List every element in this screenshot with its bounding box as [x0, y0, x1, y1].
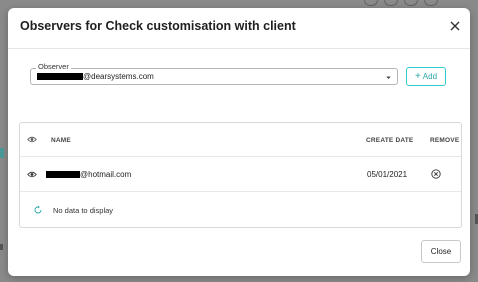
remove-circle-x-icon[interactable]	[431, 169, 441, 179]
redacted-text	[37, 73, 83, 80]
observer-select[interactable]: Observer @dearsystems.com	[30, 62, 398, 85]
table-header-row: NAME CREATE DATE REMOVE	[20, 123, 461, 157]
redacted-text	[46, 171, 80, 178]
plus-icon: +	[414, 70, 421, 82]
table-row: @hotmail.com 05/01/2021	[20, 157, 461, 192]
column-header-create-date[interactable]: CREATE DATE	[366, 137, 413, 144]
eye-icon[interactable]	[27, 170, 37, 179]
column-header-remove: REMOVE	[430, 137, 460, 144]
close-icon[interactable]	[448, 19, 462, 33]
refresh-icon	[34, 205, 42, 214]
observers-table: NAME CREATE DATE REMOVE @hotmail.com 05/…	[19, 122, 462, 228]
add-button-label: Add	[422, 72, 438, 81]
eye-icon	[27, 136, 37, 143]
header-divider	[8, 48, 470, 49]
background-toolbar-icons	[364, 0, 438, 6]
empty-state-row: No data to display	[20, 192, 461, 228]
add-button[interactable]: + Add	[406, 67, 446, 86]
observer-email-domain: @hotmail.com	[80, 170, 132, 179]
empty-state-text: No data to display	[53, 206, 114, 215]
modal-title: Observers for Check customisation with c…	[20, 19, 296, 33]
column-header-name[interactable]: NAME	[51, 137, 71, 144]
close-button[interactable]: Close	[421, 240, 461, 263]
observers-modal: Observers for Check customisation with c…	[8, 8, 470, 276]
background-sidebar-marker	[0, 148, 4, 158]
chevron-down-icon	[386, 76, 391, 79]
background-marker	[0, 244, 3, 250]
observer-label: Observer	[36, 62, 71, 71]
observer-value: @dearsystems.com	[37, 72, 154, 81]
observer-name-cell: @hotmail.com	[46, 170, 131, 179]
create-date-cell: 05/01/2021	[367, 170, 408, 179]
observer-email-domain: @dearsystems.com	[83, 72, 154, 81]
